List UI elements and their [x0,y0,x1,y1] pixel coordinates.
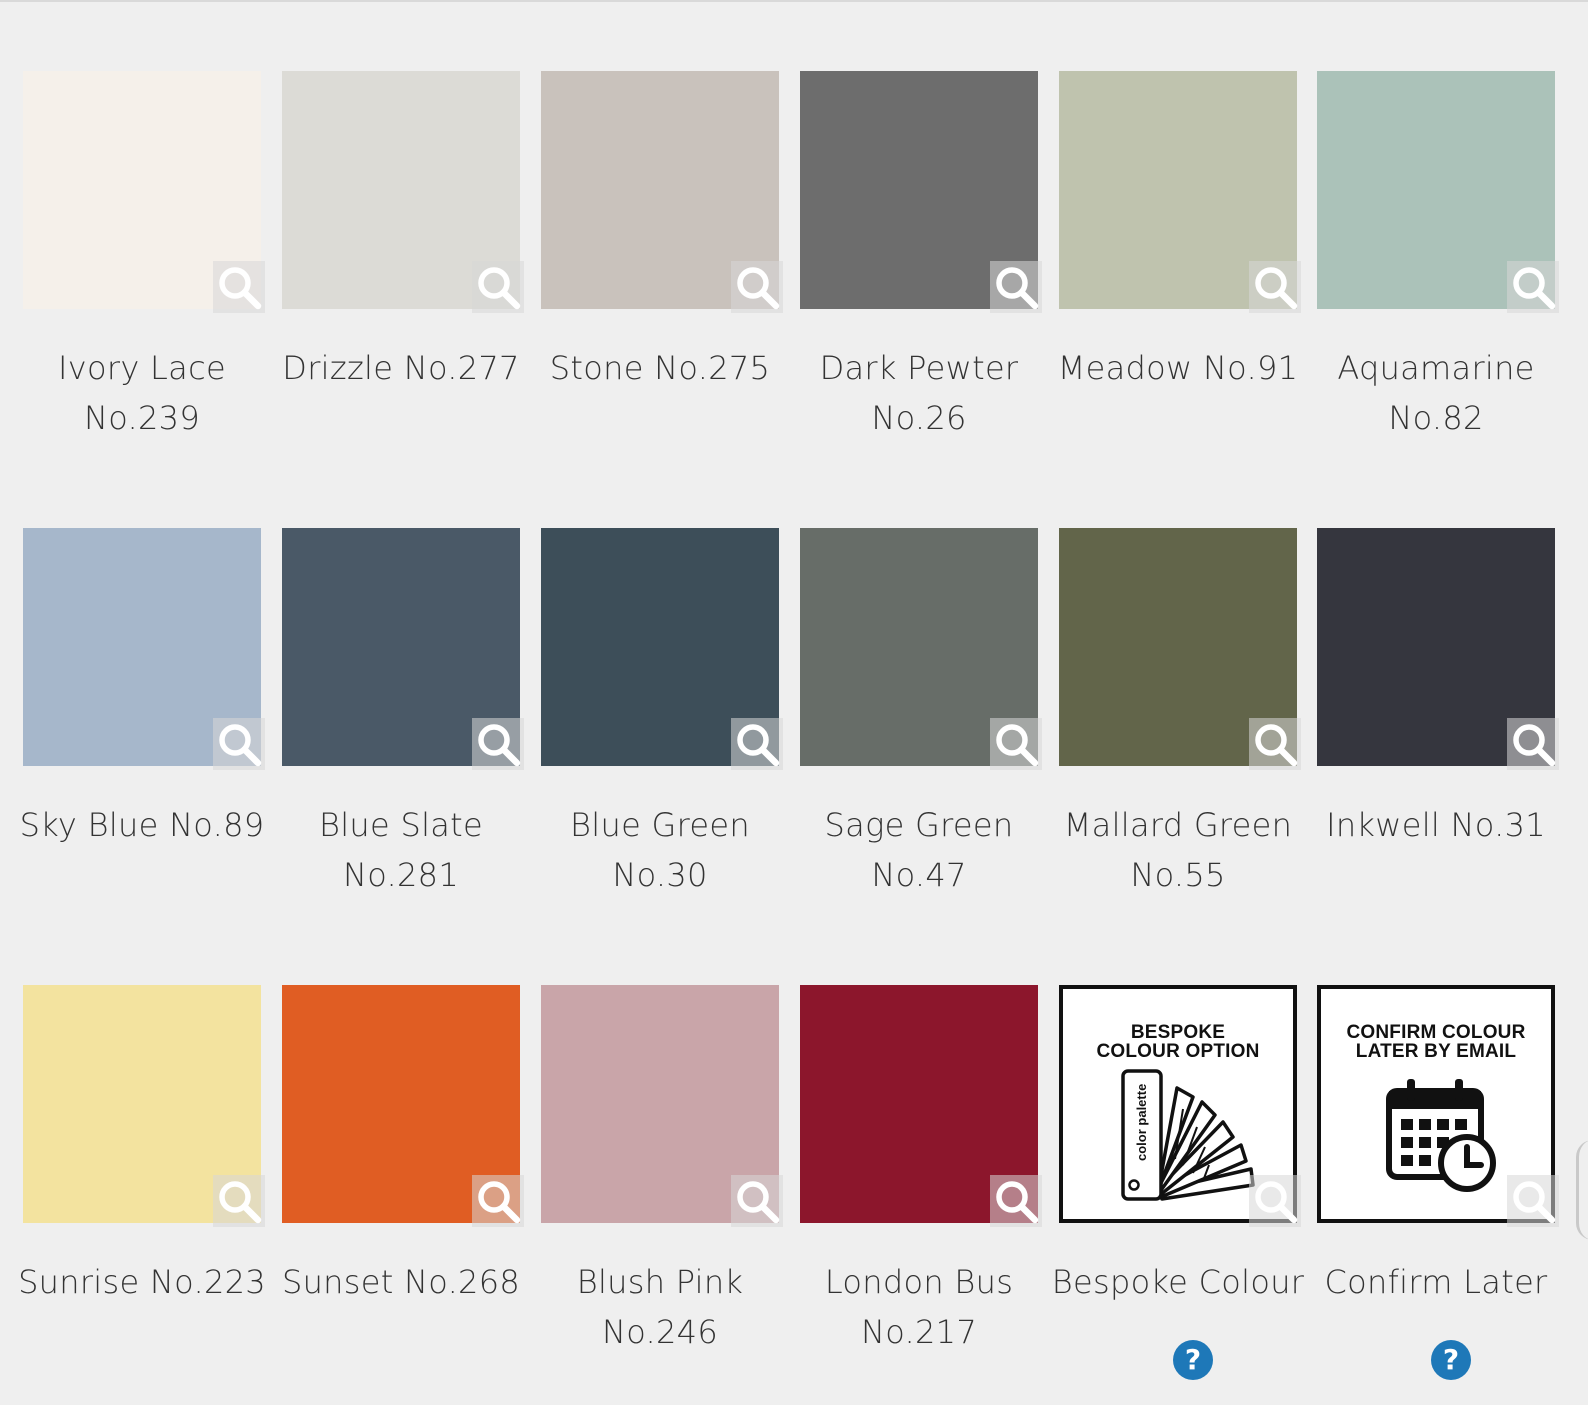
zoom-icon[interactable] [1249,718,1301,770]
swatch-label: Blush Pink No.246 [576,1263,744,1351]
zoom-icon[interactable] [731,718,783,770]
swatch-label: Sky Blue No.89 [19,806,265,844]
swatch-tile[interactable]: Inkwell No.31 [1317,528,1565,948]
zoom-icon[interactable] [731,1175,783,1227]
zoom-icon[interactable] [1507,1175,1559,1227]
swatch-label: Inkwell No.31 [1326,806,1546,844]
zoom-icon[interactable] [1249,1175,1301,1227]
colour-swatch-grid: Ivory Lace No.239 Drizzle No.277 Stone N… [0,0,1588,1380]
swatch-tile[interactable]: Meadow No.91 [1058,71,1307,491]
swatch-label: Bespoke Colour [1051,1263,1305,1301]
svg-text:color palette: color palette [1134,1084,1149,1161]
zoom-icon[interactable] [472,261,524,313]
swatch-tile[interactable]: Blush Pink No.246 [541,985,789,1405]
zoom-icon[interactable] [990,261,1042,313]
panel-heading: LATER BY EMAIL [1355,1041,1517,1062]
zoom-icon[interactable] [213,1175,265,1227]
swatch-tile[interactable]: Stone No.275 [541,71,789,491]
color-fan-icon: color palette [1121,1069,1255,1201]
calendar-clock-icon [1386,1079,1496,1192]
swatch-label: Dark Pewter No.26 [819,349,1019,437]
swatch-label: Blue Green No.30 [570,806,750,894]
swatch-label: Sunset No.268 [281,1263,521,1301]
swatch-label: Ivory Lace No.239 [58,349,226,437]
confirm-later-tile[interactable]: CONFIRM COLOUR LATER BY EMAIL Confirm La… [1317,985,1565,1405]
swatch-label: Confirm Later [1324,1263,1548,1301]
swatch-label: Mallard Green No.55 [1063,806,1293,894]
panel-heading: CONFIRM COLOUR [1346,1022,1526,1043]
panel-heading: COLOUR OPTION [1096,1041,1260,1062]
bespoke-colour-tile[interactable]: BESPOKE COLOUR OPTION color palette Besp… [1052,985,1307,1405]
swatch-label: Stone No.275 [549,349,771,387]
zoom-icon[interactable] [472,1175,524,1227]
zoom-icon[interactable] [213,718,265,770]
zoom-icon[interactable] [1249,261,1301,313]
swatch-label: London Bus No.217 [824,1263,1014,1351]
swatch-tile[interactable]: Sage Green No.47 [800,528,1048,948]
swatch-tile[interactable]: Mallard Green No.55 [1059,528,1307,948]
swatch-tile[interactable]: Aquamarine No.82 [1317,71,1565,491]
swatch-tile[interactable]: London Bus No.217 [800,985,1048,1405]
swatch-tile[interactable]: Dark Pewter No.26 [800,71,1048,491]
swatch-label: Aquamarine No.82 [1337,349,1535,437]
swatch-label: Sunrise No.223 [18,1263,266,1301]
swatch-tile[interactable]: Drizzle No.277 [282,71,530,491]
zoom-icon[interactable] [990,718,1042,770]
help-icon[interactable]: ? [1431,1340,1471,1380]
swatch-tile[interactable]: Sky Blue No.89 [20,528,271,948]
swatch-tile[interactable]: Sunrise No.223 [18,985,271,1405]
swatch-tile[interactable]: Ivory Lace No.239 [23,71,271,491]
zoom-icon[interactable] [731,261,783,313]
swatch-tile[interactable]: Blue Green No.30 [541,528,789,948]
zoom-icon[interactable] [472,718,524,770]
swatch-label: Sage Green No.47 [824,806,1014,894]
panel-heading: BESPOKE [1130,1022,1226,1043]
zoom-icon[interactable] [213,261,265,313]
zoom-icon[interactable] [1507,261,1559,313]
swatch-label: Drizzle No.277 [282,349,520,387]
zoom-icon[interactable] [1507,718,1559,770]
swatch-label: Meadow No.91 [1057,349,1299,387]
zoom-icon[interactable] [990,1175,1042,1227]
swatch-tile[interactable]: Sunset No.268 [282,985,530,1405]
help-icon[interactable]: ? [1173,1340,1213,1380]
swatch-tile[interactable]: Blue Slate No.281 [282,528,530,948]
swatch-label: Blue Slate No.281 [318,806,484,894]
scroll-edge-indicator [1576,1140,1588,1240]
